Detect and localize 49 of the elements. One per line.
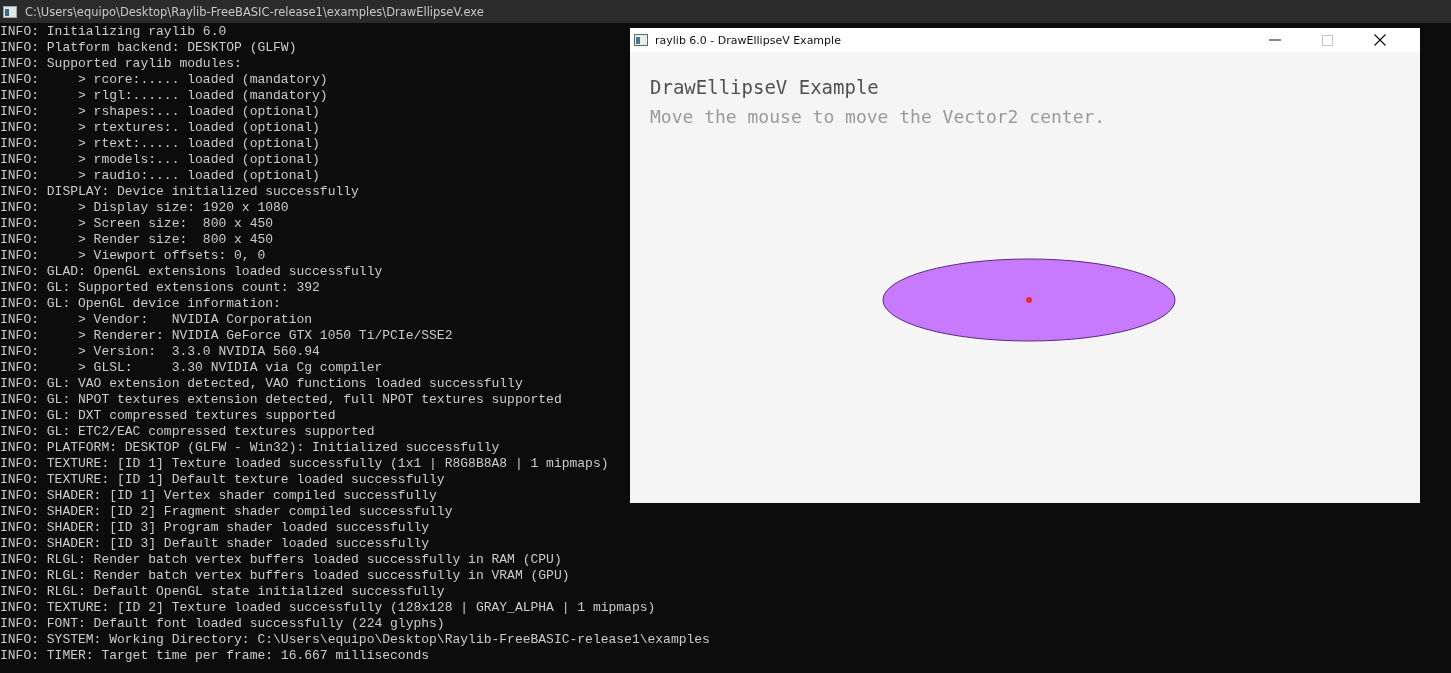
maximize-icon[interactable] bbox=[1322, 34, 1333, 46]
console-log-line: INFO: > Version: 3.3.0 NVIDIA 560.94 bbox=[0, 344, 320, 360]
console-log-line: INFO: DISPLAY: Device initialized successfully bbox=[0, 184, 359, 200]
example-heading: DrawEllipseV Example bbox=[650, 75, 880, 100]
console-log-line: INFO: Platform backend: DESKTOP (GLFW) bbox=[0, 40, 297, 56]
instruction-text: Move the mouse to move the Vector2 center. bbox=[650, 105, 1107, 129]
console-window-title: C:\Users\equipo\Desktop\Raylib-FreeBASIC-release1\examples\DrawEllipseV.exe bbox=[25, 4, 484, 19]
console-log-line: INFO: TEXTURE: [ID 2] Texture loaded successfully (128x128 | GRAY_ALPHA | 1 mipmaps) bbox=[0, 600, 656, 616]
close-icon[interactable] bbox=[1374, 34, 1386, 46]
console-log-line: INFO: > rtextures:. loaded (optional) bbox=[0, 120, 320, 136]
console-log-line: INFO: SYSTEM: Working Directory: C:\Users\equipo\Desktop\Raylib-FreeBASIC-release1\examples bbox=[0, 632, 710, 648]
console-log-line: INFO: GL: OpenGL device information: bbox=[0, 296, 281, 312]
console-log-line: INFO: > rshapes:... loaded (optional) bbox=[0, 104, 320, 120]
console-log-line: INFO: TIMER: Target time per frame: 16.667 milliseconds bbox=[0, 648, 430, 664]
console-log-line: INFO: TEXTURE: [ID 1] Default texture loaded successfully bbox=[0, 472, 445, 488]
console-log-line: INFO: GL: Supported extensions count: 392 bbox=[0, 280, 320, 296]
console-log-line: INFO: SHADER: [ID 1] Vertex shader compiled successfully bbox=[0, 488, 437, 504]
console-log-line: INFO: RLGL: Render batch vertex buffers loaded successfully in RAM (CPU) bbox=[0, 552, 562, 568]
console-log-line: INFO: RLGL: Default OpenGL state initialized successfully bbox=[0, 584, 445, 600]
console-log-line: INFO: RLGL: Render batch vertex buffers loaded successfully in VRAM (GPU) bbox=[0, 568, 570, 584]
console-log-line: INFO: SHADER: [ID 2] Fragment shader compiled successfully bbox=[0, 504, 453, 520]
console-log-line: INFO: > rtext:..... loaded (optional) bbox=[0, 136, 320, 152]
app-window-icon bbox=[634, 34, 648, 46]
console-log-line: INFO: > Viewport offsets: 0, 0 bbox=[0, 248, 266, 264]
console-log-line: INFO: > Display size: 1920 x 1080 bbox=[0, 200, 289, 216]
console-window-icon bbox=[3, 5, 17, 18]
console-log-line: INFO: > GLSL: 3.30 NVIDIA via Cg compiler bbox=[0, 360, 383, 376]
console-log-line: INFO: Supported raylib modules: bbox=[0, 56, 242, 72]
console-log-line: INFO: PLATFORM: DESKTOP (GLFW - Win32): Initialized successfully bbox=[0, 440, 500, 456]
console-log-line: INFO: > Render size: 800 x 450 bbox=[0, 232, 274, 248]
console-log-line: INFO: > Vendor: NVIDIA Corporation bbox=[0, 312, 313, 328]
console-log-line: INFO: GLAD: OpenGL extensions loaded successfully bbox=[0, 264, 383, 280]
console-log-line: INFO: > rcore:..... loaded (mandatory) bbox=[0, 72, 328, 88]
console-log-line: INFO: GL: NPOT textures extension detected, full NPOT textures supported bbox=[0, 392, 562, 408]
console-log-line: INFO: TEXTURE: [ID 1] Texture loaded successfully (1x1 | R8G8B8A8 | 1 mipmaps) bbox=[0, 456, 609, 472]
console-log-line: INFO: > Renderer: NVIDIA GeForce GTX 1050 Ti/PCIe/SSE2 bbox=[0, 328, 453, 344]
console-log-line: INFO: > Screen size: 800 x 450 bbox=[0, 216, 274, 232]
console-log-line: INFO: > raudio:.... loaded (optional) bbox=[0, 168, 320, 184]
console-log-line: INFO: > rmodels:... loaded (optional) bbox=[0, 152, 320, 168]
console-log-line: INFO: FONT: Default font loaded successfully (224 glyphs) bbox=[0, 616, 445, 632]
console-log-line: INFO: SHADER: [ID 3] Program shader loaded successfully bbox=[0, 520, 430, 536]
console-log-line: INFO: GL: VAO extension detected, VAO functions loaded successfully bbox=[0, 376, 523, 392]
minimize-icon[interactable] bbox=[1269, 39, 1281, 41]
console-log-line: INFO: Initializing raylib 6.0 bbox=[0, 24, 227, 40]
app-window-title: raylib 6.0 - DrawEllipseV Example bbox=[655, 33, 841, 47]
console-log-line: INFO: GL: DXT compressed textures supported bbox=[0, 408, 336, 424]
console-log-line: INFO: > rlgl:...... loaded (mandatory) bbox=[0, 88, 328, 104]
console-log-line: INFO: SHADER: [ID 3] Default shader loaded successfully bbox=[0, 536, 430, 552]
console-log-line: INFO: GL: ETC2/EAC compressed textures supported bbox=[0, 424, 375, 440]
